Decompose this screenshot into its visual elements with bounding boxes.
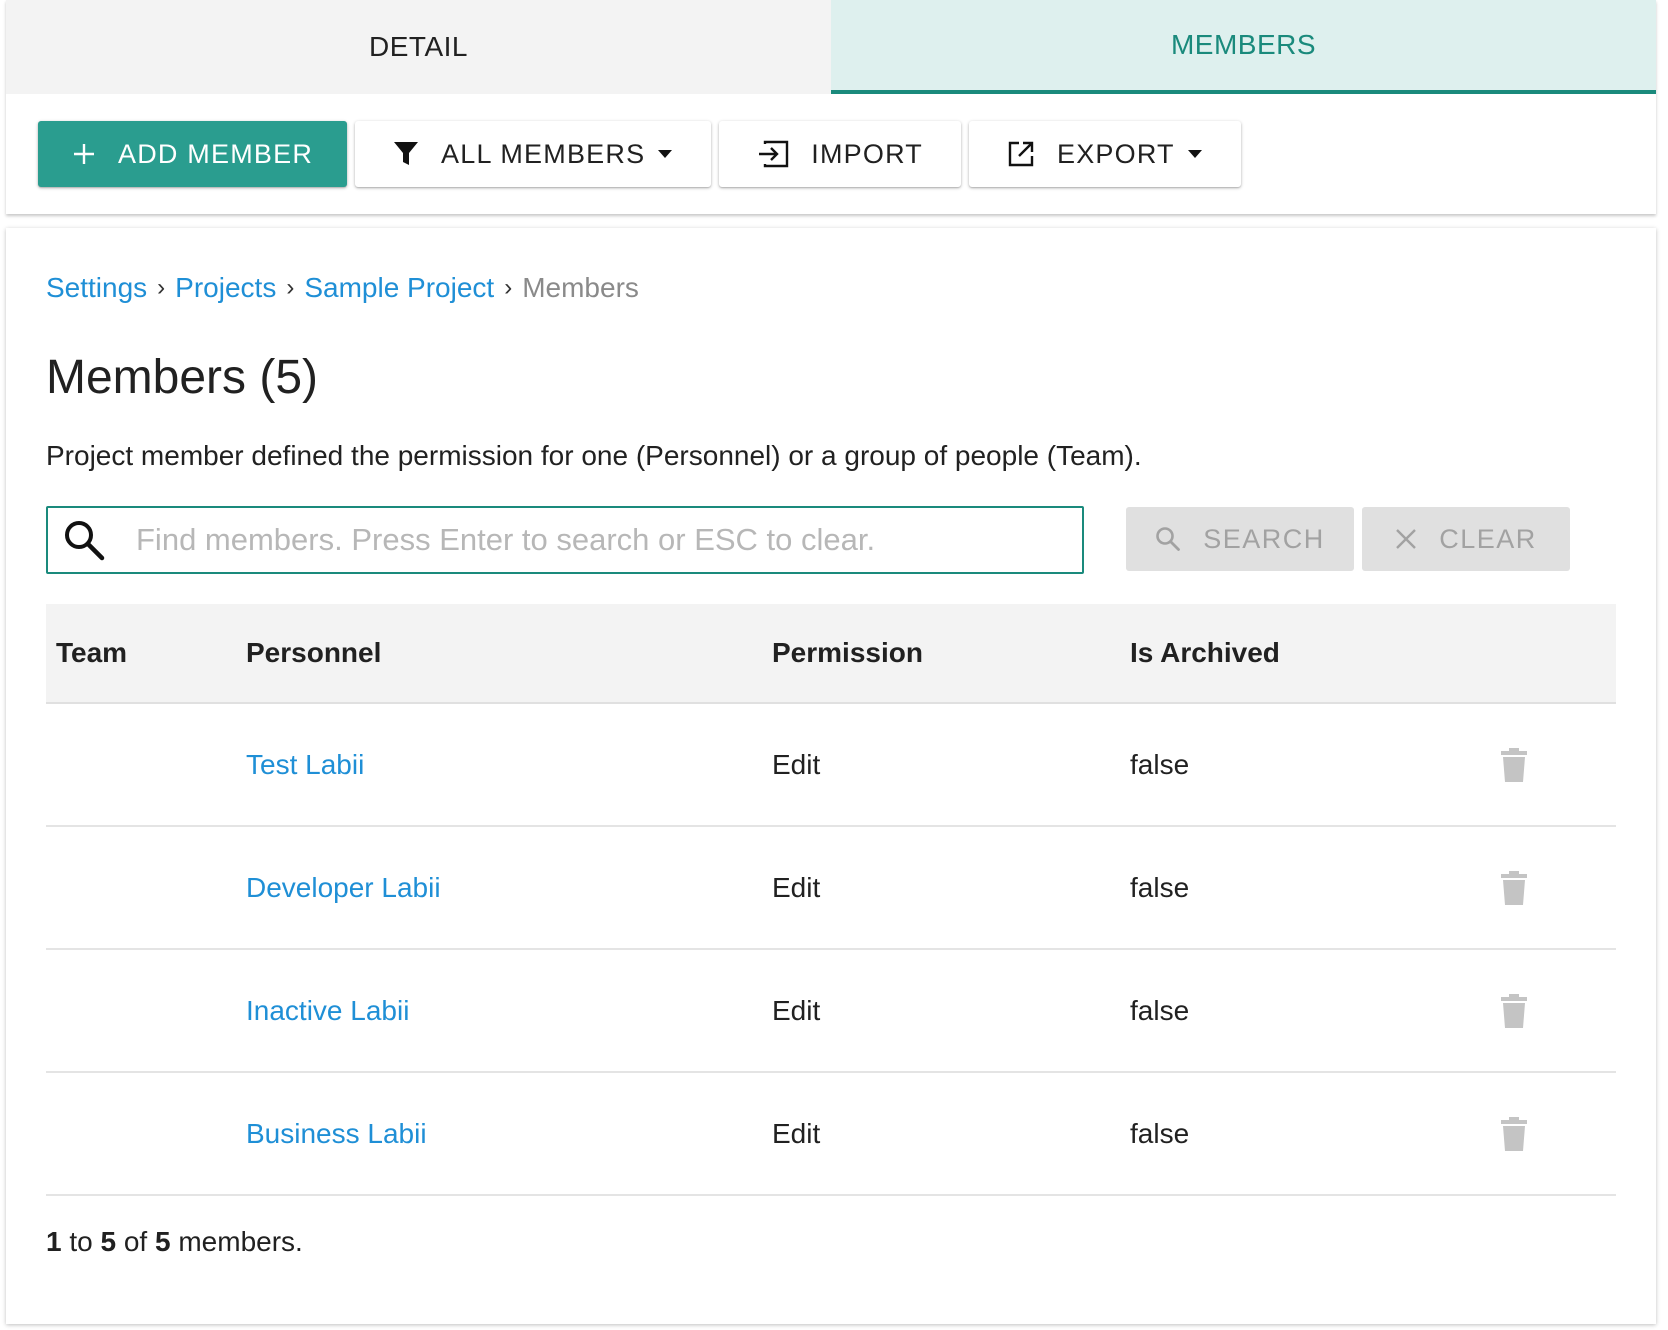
cell-personnel-link[interactable]: Inactive Labii: [236, 995, 762, 1027]
breadcrumb-members: Members: [522, 272, 639, 303]
caret-down-icon: [1187, 149, 1203, 159]
table-header: Team Personnel Permission Is Archived: [46, 604, 1616, 704]
tab-members[interactable]: MEMBERS: [831, 0, 1656, 94]
chevron-right-icon: ›: [157, 274, 166, 301]
cell-permission: Edit: [772, 994, 821, 1026]
chevron-right-icon: ›: [504, 274, 513, 301]
cell-permission: Edit: [772, 871, 821, 903]
export-button[interactable]: EXPORT: [969, 121, 1241, 187]
header-team[interactable]: Team: [46, 637, 236, 669]
breadcrumb-sample-project[interactable]: Sample Project: [304, 272, 494, 304]
search-button-label: SEARCH: [1203, 523, 1325, 554]
tab-detail[interactable]: DETAIL: [6, 0, 831, 94]
cell-is-archived: false: [1130, 748, 1190, 780]
add-member-button[interactable]: ADD MEMBER: [38, 121, 348, 187]
breadcrumb: Settings › Projects › Sample Project › M…: [46, 272, 639, 304]
caret-down-icon: [657, 149, 673, 159]
filter-members-button[interactable]: ALL MEMBERS: [355, 121, 712, 187]
search-icon: [48, 518, 120, 562]
table-row: Developer Labii Edit false: [46, 827, 1616, 950]
cell-is-archived: false: [1130, 994, 1190, 1026]
of-word: of: [123, 1226, 148, 1257]
export-icon: [1007, 140, 1035, 168]
count-suffix: members.: [178, 1226, 303, 1257]
top-card: DETAIL MEMBERS ADD MEMBER ALL MEMBERS IM…: [6, 0, 1656, 214]
total-count: 5: [155, 1226, 171, 1257]
tab-bar: DETAIL MEMBERS: [6, 0, 1656, 94]
trash-icon[interactable]: [1500, 747, 1528, 783]
header-permission[interactable]: Permission: [762, 637, 1120, 669]
cell-personnel-link[interactable]: Business Labii: [236, 1118, 762, 1150]
search-button[interactable]: SEARCH: [1126, 507, 1354, 571]
breadcrumb-projects[interactable]: Projects: [175, 272, 276, 304]
search-icon: [1155, 526, 1181, 552]
cell-is-archived: false: [1130, 871, 1190, 903]
clear-button-label: CLEAR: [1439, 523, 1537, 554]
trash-icon[interactable]: [1500, 870, 1528, 906]
filter-icon: [393, 140, 419, 168]
add-member-label: ADD MEMBER: [118, 138, 314, 169]
toolbar: ADD MEMBER ALL MEMBERS IMPORT EXPORT: [6, 94, 1656, 214]
trash-icon[interactable]: [1500, 1116, 1528, 1152]
range-start: 1: [46, 1226, 62, 1257]
page-description: Project member defined the permission fo…: [46, 440, 1142, 471]
table-row: Business Labii Edit false: [46, 1073, 1616, 1196]
import-label: IMPORT: [811, 138, 923, 169]
export-label: EXPORT: [1057, 138, 1175, 169]
plus-icon: [72, 142, 96, 166]
table-row: Test Labii Edit false: [46, 704, 1616, 827]
members-table: Team Personnel Permission Is Archived Te…: [46, 604, 1616, 1196]
table-row: Inactive Labii Edit false: [46, 950, 1616, 1073]
page-title: Members (5): [46, 351, 319, 404]
to-word: to: [69, 1226, 93, 1257]
cell-permission: Edit: [772, 748, 821, 780]
cell-actions: [1500, 747, 1616, 783]
chevron-right-icon: ›: [286, 274, 295, 301]
search-box: [46, 506, 1084, 574]
cell-actions: [1500, 993, 1616, 1029]
header-is-archived[interactable]: Is Archived: [1120, 637, 1500, 669]
close-icon: [1395, 528, 1417, 550]
members-card: Settings › Projects › Sample Project › M…: [6, 228, 1656, 1324]
clear-button[interactable]: CLEAR: [1362, 507, 1570, 571]
pagination-summary: 1 to 5 of 5 members.: [46, 1226, 303, 1258]
tab-members-label: MEMBERS: [1170, 29, 1317, 60]
cell-actions: [1500, 870, 1616, 906]
cell-personnel-link[interactable]: Developer Labii: [236, 872, 762, 904]
cell-permission: Edit: [772, 1117, 821, 1149]
range-end: 5: [100, 1226, 117, 1257]
header-personnel[interactable]: Personnel: [236, 637, 762, 669]
search-input[interactable]: [120, 510, 1082, 570]
tab-detail-label: DETAIL: [369, 31, 468, 62]
cell-personnel-link[interactable]: Test Labii: [236, 749, 762, 781]
cell-actions: [1500, 1116, 1616, 1152]
breadcrumb-settings[interactable]: Settings: [46, 272, 147, 304]
import-button[interactable]: IMPORT: [719, 121, 961, 187]
filter-members-label: ALL MEMBERS: [441, 138, 646, 169]
import-icon: [757, 140, 789, 168]
trash-icon[interactable]: [1500, 993, 1528, 1029]
cell-is-archived: false: [1130, 1117, 1190, 1149]
